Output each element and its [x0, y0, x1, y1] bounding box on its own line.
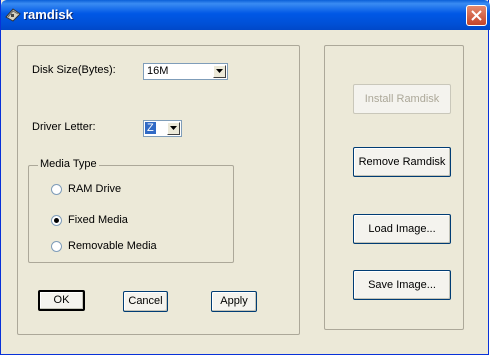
media-type-legend: Media Type: [38, 158, 99, 170]
ram-drive-radio[interactable]: [51, 184, 62, 195]
load-image-button[interactable]: Load Image...: [353, 214, 451, 244]
cancel-button[interactable]: Cancel: [123, 291, 168, 312]
ram-drive-label[interactable]: RAM Drive: [68, 183, 121, 195]
close-icon: [471, 10, 482, 21]
ramdisk-app-icon: [5, 6, 21, 22]
ramdisk-dialog: ramdisk Disk Size(Bytes): 16M Driver Let…: [0, 0, 490, 355]
removable-media-label[interactable]: Removable Media: [68, 240, 157, 252]
fixed-media-radio[interactable]: [51, 215, 62, 226]
driver-letter-select[interactable]: Z: [143, 120, 182, 137]
driver-letter-value: Z: [145, 122, 156, 134]
ok-button[interactable]: OK: [38, 290, 85, 311]
removable-media-radio[interactable]: [51, 241, 62, 252]
driver-letter-dropdown-button[interactable]: [167, 122, 180, 135]
install-ramdisk-button[interactable]: Install Ramdisk: [353, 84, 451, 114]
close-button[interactable]: [466, 5, 487, 26]
disk-size-value: 16M: [147, 65, 169, 77]
apply-button[interactable]: Apply: [211, 291, 257, 312]
save-image-button[interactable]: Save Image...: [353, 270, 451, 300]
fixed-media-label[interactable]: Fixed Media: [68, 214, 128, 226]
window-title: ramdisk: [23, 7, 73, 22]
chevron-down-icon: [216, 69, 223, 73]
chevron-down-icon: [170, 126, 177, 130]
driver-letter-label: Driver Letter:: [32, 121, 96, 133]
remove-ramdisk-button[interactable]: Remove Ramdisk: [353, 147, 451, 177]
disk-size-label: Disk Size(Bytes):: [32, 64, 116, 76]
title-bar[interactable]: ramdisk: [1, 0, 490, 30]
disk-size-dropdown-button[interactable]: [213, 65, 226, 78]
disk-size-select[interactable]: 16M: [143, 63, 228, 80]
